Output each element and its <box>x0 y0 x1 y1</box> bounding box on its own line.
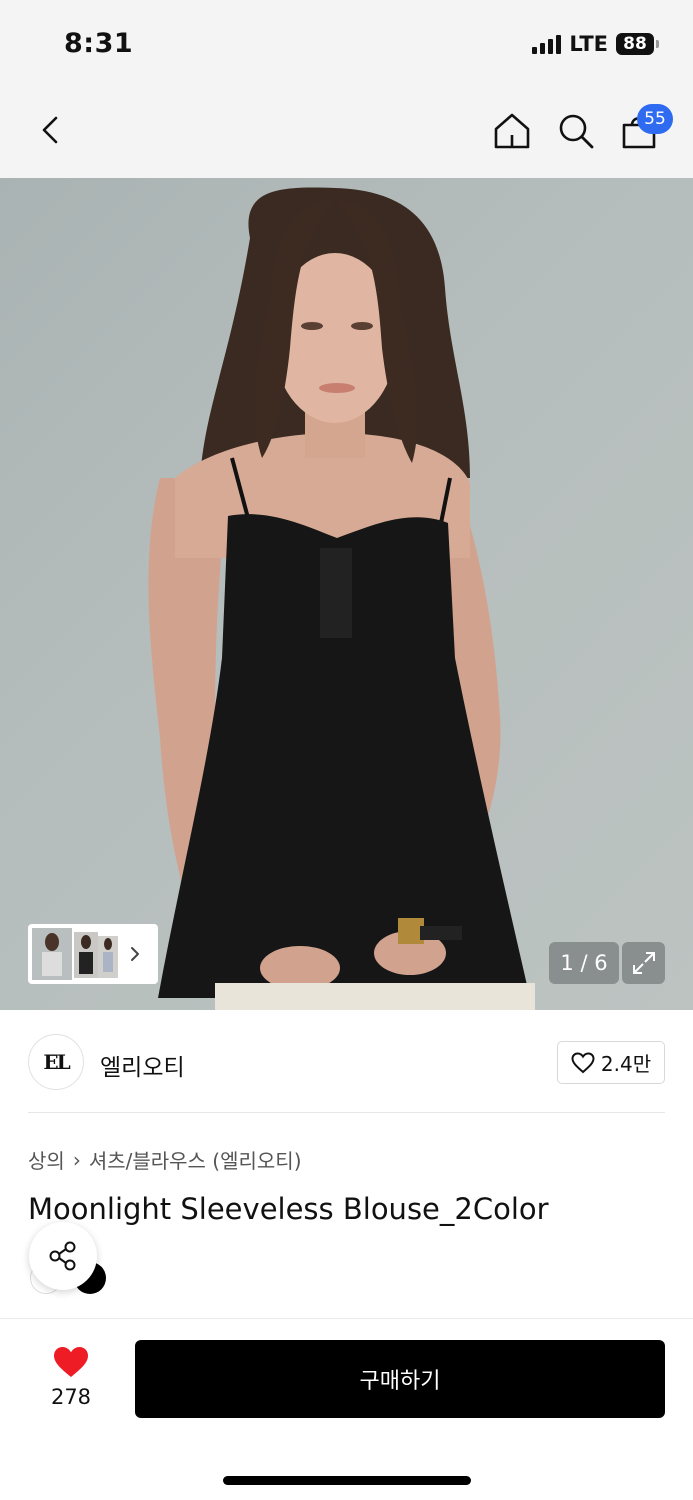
thumbnail-strip[interactable] <box>28 924 158 984</box>
status-bar: 8:31 LTE 88 <box>0 0 693 88</box>
breadcrumb-item-subcategory[interactable]: 셔츠/블라우스 (엘리오티) <box>89 1145 302 1174</box>
brand-logo[interactable]: EL <box>28 1034 84 1090</box>
heart-outline-icon <box>571 1051 595 1073</box>
product-photo <box>148 187 535 1010</box>
battery-icon: 88 <box>616 33 659 55</box>
signal-icon <box>532 34 562 54</box>
share-button[interactable] <box>29 1222 97 1290</box>
bottom-bar-divider <box>0 1318 693 1319</box>
brand-like-count: 2.4만 <box>600 1052 652 1076</box>
product-title: Moonlight Sleeveless Blouse_2Color <box>28 1192 549 1226</box>
brand-like-button[interactable]: 2.4만 <box>557 1041 665 1084</box>
buy-button[interactable]: 구매하기 <box>135 1340 665 1418</box>
image-page-counter: 1 / 6 <box>549 942 619 984</box>
thumbnail-images <box>32 928 118 980</box>
status-time: 8:31 <box>64 28 134 59</box>
divider <box>28 1112 665 1113</box>
brand-name[interactable]: 엘리오티 <box>100 1048 185 1082</box>
chevron-right-icon[interactable] <box>126 945 144 963</box>
like-count: 278 <box>50 1385 92 1409</box>
chevron-right-icon: › <box>72 1147 81 1172</box>
nav-bar <box>0 88 693 178</box>
battery-level: 88 <box>616 33 654 55</box>
breadcrumb: 상의 › 셔츠/블라우스 (엘리오티) <box>28 1145 302 1174</box>
network-label: LTE <box>569 32 608 56</box>
search-icon[interactable] <box>555 110 597 152</box>
share-icon <box>49 1241 76 1271</box>
expand-button[interactable] <box>622 942 665 984</box>
heart-icon[interactable] <box>52 1345 90 1379</box>
product-image-gallery[interactable]: 1 / 6 <box>0 178 693 1010</box>
home-indicator <box>223 1476 471 1485</box>
home-icon[interactable] <box>491 110 533 152</box>
status-indicators: LTE 88 <box>532 32 659 56</box>
chevron-left-icon[interactable] <box>32 110 72 150</box>
cart-count-badge: 55 <box>637 104 673 134</box>
breadcrumb-item-category[interactable]: 상의 <box>28 1145 65 1174</box>
expand-icon <box>632 952 655 974</box>
